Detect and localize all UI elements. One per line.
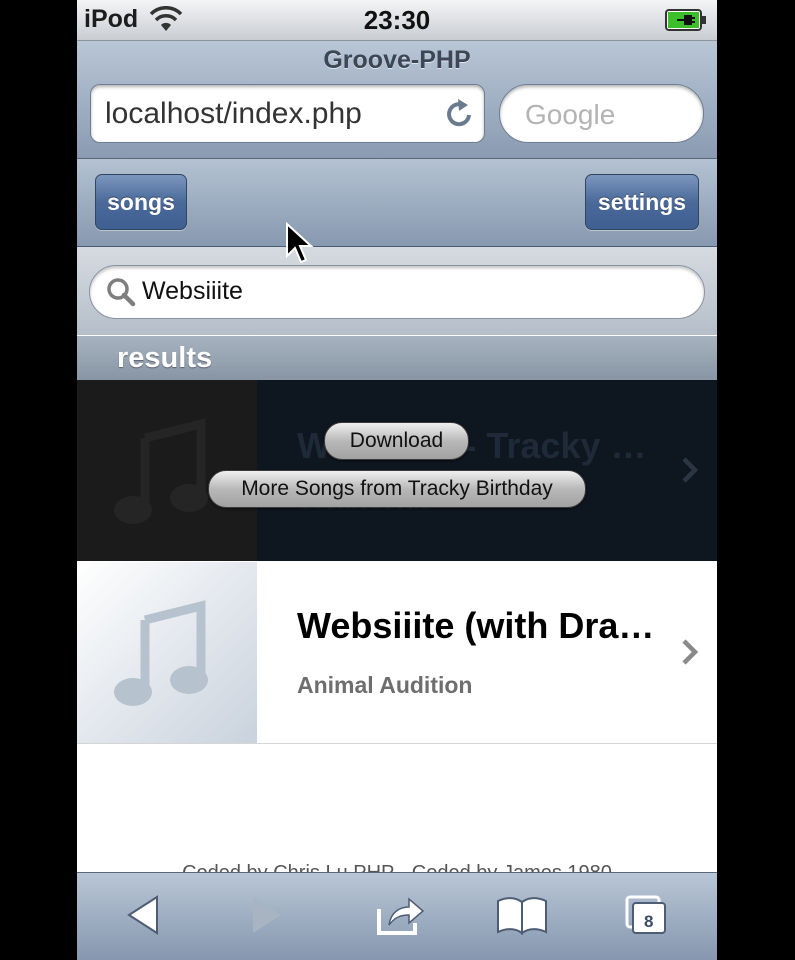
- url-text: localhost/index.php: [105, 97, 362, 130]
- results-header: results: [77, 336, 717, 380]
- status-bar: iPod 23:30: [77, 0, 717, 41]
- bookmarks-icon[interactable]: [495, 893, 549, 942]
- google-search-placeholder: Google: [525, 99, 616, 130]
- battery-charging-icon: [665, 9, 707, 36]
- more-songs-button[interactable]: More Songs from Tracky Birthday: [208, 470, 586, 508]
- chevron-right-icon: [680, 638, 700, 671]
- tabs-icon[interactable]: 8: [623, 893, 669, 942]
- clock: 23:30: [363, 5, 431, 35]
- share-icon[interactable]: [375, 893, 427, 942]
- song-search-value: Websiiite: [142, 277, 243, 305]
- page-title: Groove-PHP: [323, 46, 471, 74]
- songs-button[interactable]: songs: [95, 174, 187, 230]
- app-toolbar: songs settings: [77, 159, 717, 247]
- song-search-input[interactable]: Websiiite: [89, 265, 705, 319]
- device-screen: iPod 23:30 Groove-PHP localhost/index.ph…: [77, 0, 717, 960]
- results-header-label: results: [117, 342, 213, 374]
- reload-icon[interactable]: [444, 97, 474, 134]
- browser-address-bar: Groove-PHP localhost/index.php Google: [77, 41, 717, 159]
- browser-bottom-toolbar: 8: [77, 872, 717, 960]
- album-art: [77, 562, 257, 743]
- url-field[interactable]: localhost/index.php: [90, 84, 485, 143]
- google-search-field[interactable]: Google: [499, 84, 704, 143]
- chevron-right-icon: [680, 456, 700, 489]
- result-row[interactable]: Websiiite (with Drake) Animal Audition: [77, 562, 717, 744]
- settings-button[interactable]: settings: [585, 174, 699, 230]
- mouse-cursor-icon: [285, 221, 315, 271]
- tabs-count: 8: [644, 912, 654, 931]
- song-title: Websiiite (with Drake): [297, 605, 667, 646]
- music-note-icon: [113, 600, 213, 715]
- music-note-icon: [113, 418, 213, 533]
- song-search-bar: Websiiite: [77, 247, 717, 335]
- search-icon: [106, 277, 136, 312]
- download-button[interactable]: Download: [324, 422, 469, 460]
- forward-icon[interactable]: [251, 893, 285, 942]
- back-icon[interactable]: [125, 893, 159, 942]
- song-artist: Animal Audition: [297, 672, 473, 698]
